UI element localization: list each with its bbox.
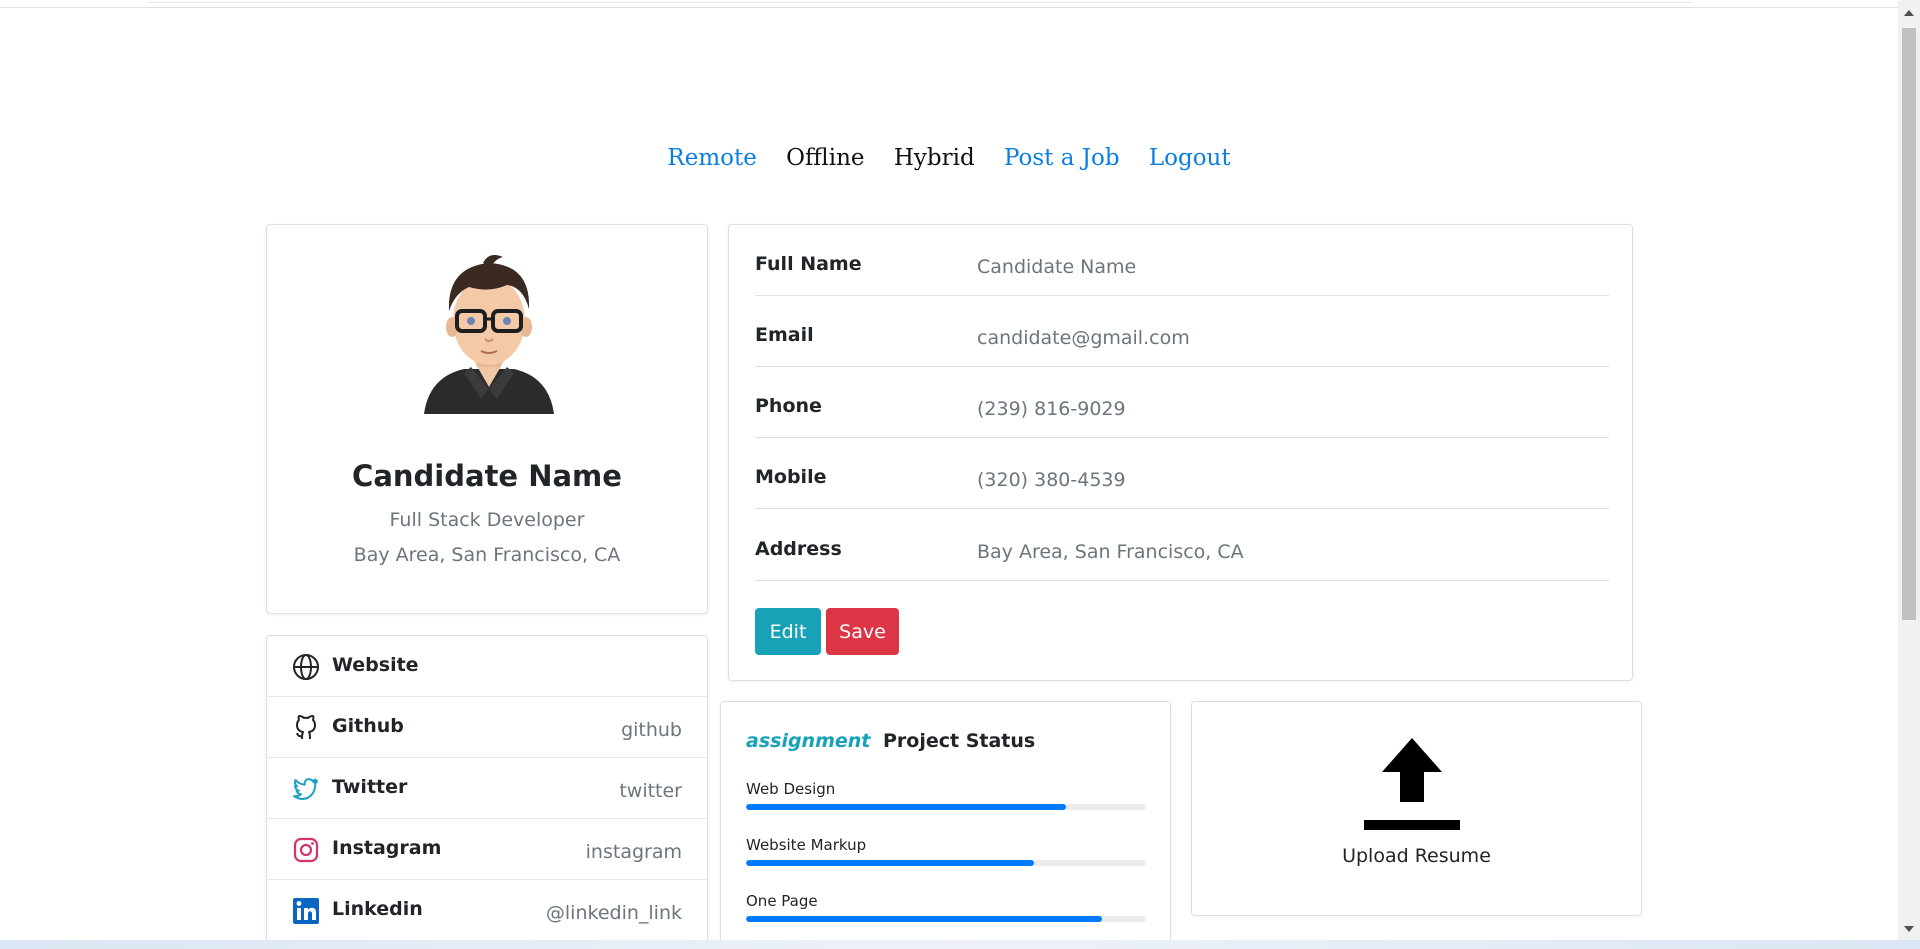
social-value: github: [621, 719, 682, 741]
nav-offline[interactable]: Offline: [786, 145, 864, 171]
social-label: Website: [332, 654, 419, 676]
save-button[interactable]: Save: [826, 608, 899, 655]
social-value: @linkedin_link: [545, 902, 682, 924]
social-row-instagram[interactable]: Instagram instagram: [267, 819, 707, 880]
nav-logout[interactable]: Logout: [1149, 145, 1231, 171]
progress-label: Web Design: [746, 780, 836, 798]
detail-label: Full Name: [755, 253, 862, 275]
detail-label: Phone: [755, 395, 822, 417]
detail-value: (239) 816-9029: [977, 398, 1126, 420]
profile-name: Candidate Name: [352, 459, 622, 493]
profile-role: Full Stack Developer: [389, 509, 585, 531]
taskbar-strip: [0, 940, 1920, 949]
avatar: [424, 255, 554, 414]
upload-icon: [1364, 738, 1460, 830]
profile-card: Candidate Name Full Stack Developer Bay …: [266, 224, 708, 614]
scroll-down-icon[interactable]: [1904, 926, 1914, 932]
nav-post-a-job[interactable]: Post a Job: [1004, 145, 1120, 171]
detail-row-full-name: Full Name Candidate Name: [755, 225, 1609, 296]
profile-location: Bay Area, San Francisco, CA: [353, 544, 621, 566]
progress-item: One Page: [746, 892, 1146, 922]
scroll-thumb[interactable]: [1902, 28, 1916, 620]
progress-item: Web Design: [746, 780, 1146, 810]
detail-value: Bay Area, San Francisco, CA: [977, 541, 1244, 563]
progress-track: [746, 860, 1146, 866]
detail-value: candidate@gmail.com: [977, 327, 1190, 349]
twitter-icon: [293, 778, 318, 800]
scroll-up-icon[interactable]: [1904, 10, 1914, 16]
detail-label: Email: [755, 324, 814, 346]
nav-remote[interactable]: Remote: [667, 145, 756, 171]
globe-icon: [293, 654, 319, 680]
progress-fill: [746, 916, 1102, 922]
project-status-title: assignment Project Status: [746, 730, 1035, 752]
detail-value: Candidate Name: [977, 256, 1137, 278]
instagram-icon: [293, 837, 319, 863]
social-row-github[interactable]: Github github: [267, 697, 707, 758]
social-row-website[interactable]: Website: [267, 636, 707, 697]
project-status-card: assignment Project Status Web Design Web…: [720, 701, 1171, 949]
progress-track: [746, 916, 1146, 922]
progress-fill: [746, 804, 1066, 810]
github-icon: [296, 715, 316, 740]
address-strip: [147, 0, 1693, 3]
progress-item: Website Markup: [746, 836, 1146, 866]
social-value: twitter: [619, 780, 682, 802]
social-value: instagram: [585, 841, 682, 863]
social-row-twitter[interactable]: Twitter twitter: [267, 758, 707, 819]
project-status-heading: Project Status: [883, 730, 1036, 752]
details-card: Full Name Candidate Name Email candidate…: [728, 224, 1633, 681]
progress-label: Website Markup: [746, 836, 867, 854]
progress-label: One Page: [746, 892, 818, 910]
main-nav: Remote Offline Hybrid Post a Job Logout: [0, 145, 1898, 171]
social-label: Github: [332, 715, 404, 737]
detail-label: Address: [755, 538, 842, 560]
detail-label: Mobile: [755, 466, 827, 488]
nav-hybrid[interactable]: Hybrid: [894, 145, 975, 171]
upload-resume-card[interactable]: Upload Resume: [1191, 701, 1642, 916]
browser-top-bar: [0, 0, 1898, 8]
detail-row-address: Address Bay Area, San Francisco, CA: [755, 510, 1609, 581]
detail-row-email: Email candidate@gmail.com: [755, 296, 1609, 367]
linkedin-icon: [293, 898, 319, 924]
page-scrollbar[interactable]: [1898, 0, 1920, 940]
detail-row-phone: Phone (239) 816-9029: [755, 367, 1609, 438]
progress-fill: [746, 860, 1034, 866]
social-links-card: Website Github github Twitter twitter In…: [266, 635, 708, 949]
progress-track: [746, 804, 1146, 810]
social-label: Instagram: [332, 837, 442, 859]
edit-button[interactable]: Edit: [755, 608, 821, 655]
detail-value: (320) 380-4539: [977, 469, 1126, 491]
assignment-icon: assignment: [746, 730, 871, 752]
detail-row-mobile: Mobile (320) 380-4539: [755, 438, 1609, 509]
social-label: Linkedin: [332, 898, 423, 920]
upload-resume-label: Upload Resume: [1342, 845, 1491, 867]
social-row-linkedin[interactable]: Linkedin @linkedin_link: [267, 880, 707, 941]
social-label: Twitter: [332, 776, 408, 798]
